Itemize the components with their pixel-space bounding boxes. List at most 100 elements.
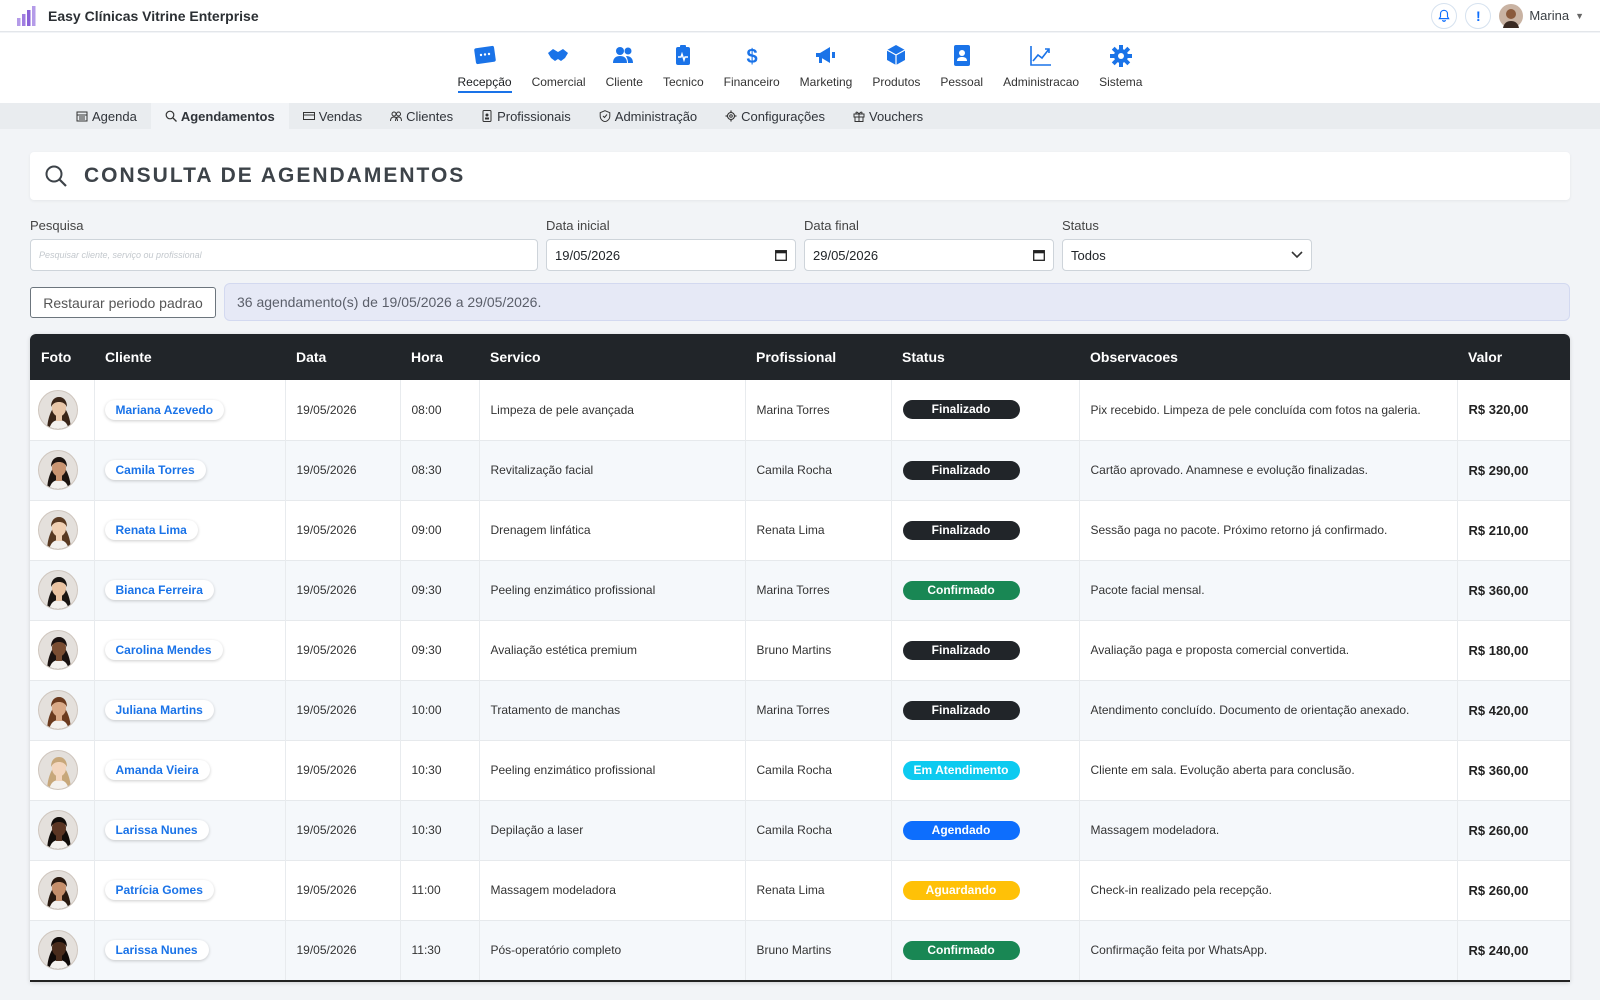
- client-link[interactable]: Larissa Nunes: [104, 820, 209, 840]
- hora-text: 08:00: [411, 402, 442, 417]
- obs-cell: Cartão aprovado. Anamnese e evolução fin…: [1079, 440, 1458, 500]
- data-cell: 19/05/2026: [285, 500, 401, 560]
- column-header-foto[interactable]: Foto: [30, 334, 94, 380]
- column-header-status[interactable]: Status: [891, 334, 1079, 380]
- data-cell: 19/05/2026: [285, 620, 401, 680]
- module-label: Tecnico: [662, 75, 704, 89]
- module-label: Marketing: [799, 75, 853, 89]
- column-header-cliente[interactable]: Cliente: [94, 334, 285, 380]
- tab-agendamentos[interactable]: Agendamentos: [150, 103, 289, 129]
- column-header-observacoes[interactable]: Observacoes: [1079, 334, 1457, 380]
- user-menu[interactable]: Marina ▼: [1499, 3, 1584, 28]
- module-comercial[interactable]: Comercial: [522, 33, 596, 103]
- table-row[interactable]: Larissa Nunes 19/05/2026 10:30 Depilação a …: [30, 800, 1570, 860]
- tab-configuracoes[interactable]: Configurações: [711, 103, 839, 129]
- gear-icon: [725, 110, 737, 122]
- results-summary: 36 agendamento(s) de 19/05/2026 a 29/05/…: [224, 283, 1570, 321]
- table-row[interactable]: Patrícia Gomes 19/05/2026 11:00 Massagem mo…: [30, 860, 1570, 920]
- search-input[interactable]: Pesquisar cliente, serviço ou profission…: [30, 239, 538, 271]
- client-link[interactable]: Juliana Martins: [104, 700, 214, 720]
- column-header-servico[interactable]: Servico: [479, 334, 745, 380]
- calendar-icon[interactable]: [1033, 249, 1045, 261]
- data-cell: 19/05/2026: [285, 740, 401, 800]
- notifications-button[interactable]: [1431, 2, 1458, 29]
- module-pessoal[interactable]: Pessoal: [930, 33, 993, 103]
- tab-vouchers[interactable]: Vouchers: [839, 103, 937, 129]
- valor-cell: R$ 180,00: [1457, 620, 1570, 680]
- client-link[interactable]: Mariana Azevedo: [104, 399, 225, 420]
- data-cell: 19/05/2026: [285, 380, 401, 440]
- hora-cell: 10:30: [400, 800, 480, 860]
- table-row[interactable]: Bianca Ferreira 19/05/2026 09:30 Peeling en…: [30, 560, 1570, 620]
- client-link[interactable]: Camila Torres: [104, 460, 206, 480]
- client-link[interactable]: Larissa Nunes: [104, 940, 209, 960]
- reset-period-button[interactable]: Restaurar periodo padrao: [30, 287, 216, 318]
- badge-icon: [948, 43, 976, 69]
- tab-label: Vendas: [318, 108, 363, 124]
- hora-cell: 10:00: [400, 680, 480, 740]
- module-recepcao[interactable]: Recepção: [448, 33, 522, 103]
- client-link[interactable]: Patrícia Gomes: [104, 880, 214, 900]
- table-row[interactable]: Mariana Azevedo 19/05/2026 08:00 Limpeza de…: [30, 380, 1570, 440]
- chart-line-icon: [1027, 43, 1055, 69]
- column-header-profissional[interactable]: Profissional: [745, 334, 891, 380]
- tab-clientes[interactable]: Clientes: [376, 103, 467, 129]
- profissional-text: Camila Rocha: [756, 823, 832, 837]
- users-icon: [610, 43, 638, 69]
- profissional-cell: Camila Rocha: [745, 800, 892, 860]
- module-sistema[interactable]: Sistema: [1089, 33, 1152, 103]
- status-select[interactable]: Todos: [1062, 239, 1312, 271]
- table-row[interactable]: Juliana Martins 19/05/2026 10:00 Tratamento…: [30, 680, 1570, 740]
- table-row[interactable]: Camila Torres 19/05/2026 08:30 Revitalizaçã…: [30, 440, 1570, 500]
- obs-text: Pacote facial mensal.: [1090, 583, 1205, 597]
- module-administracao[interactable]: Administracao: [993, 33, 1089, 103]
- column-header-valor[interactable]: Valor: [1457, 334, 1570, 380]
- client-link[interactable]: Renata Lima: [104, 520, 198, 540]
- search-placeholder: Pesquisar cliente, serviço ou profission…: [39, 250, 202, 260]
- table-row[interactable]: Carolina Mendes 19/05/2026 09:30 Avaliação …: [30, 620, 1570, 680]
- table-row[interactable]: Renata Lima 19/05/2026 09:00 Drenagem linfá…: [30, 500, 1570, 560]
- gear-icon: [1107, 43, 1135, 69]
- column-header-hora[interactable]: Hora: [400, 334, 479, 380]
- table-row[interactable]: Larissa Nunes 19/05/2026 11:30 Pós-operatór…: [30, 920, 1570, 980]
- search-icon: [45, 165, 67, 187]
- tab-administracao[interactable]: Administração: [585, 103, 711, 129]
- profissional-cell: Marina Torres: [745, 560, 892, 620]
- gift-icon: [853, 111, 865, 122]
- servico-text: Drenagem linfática: [490, 523, 591, 537]
- module-tecnico[interactable]: Tecnico: [653, 33, 714, 103]
- tab-label: Agenda: [92, 108, 137, 124]
- client-link[interactable]: Bianca Ferreira: [104, 580, 214, 600]
- module-cliente[interactable]: Cliente: [596, 33, 653, 103]
- avatar: [38, 870, 78, 910]
- module-financeiro[interactable]: $ Financeiro: [714, 33, 790, 103]
- clipboard-pulse-icon: [669, 43, 697, 69]
- data-cell: 19/05/2026: [285, 860, 401, 920]
- tab-profissionais[interactable]: Profissionais: [467, 103, 585, 129]
- column-header-data[interactable]: Data: [285, 334, 400, 380]
- search-label: Pesquisa: [30, 218, 84, 233]
- photo-cell: [30, 620, 95, 680]
- end-date-field[interactable]: 29/05/2026: [804, 239, 1054, 271]
- tab-label: Administração: [614, 108, 698, 124]
- start-date-field[interactable]: 19/05/2026: [546, 239, 796, 271]
- tab-agenda[interactable]: Agenda: [62, 103, 151, 129]
- info-button[interactable]: !: [1465, 2, 1492, 29]
- profissional-cell: Bruno Martins: [745, 920, 892, 980]
- valor-cell: R$ 420,00: [1457, 680, 1570, 740]
- value-text: R$ 290,00: [1468, 462, 1529, 478]
- module-marketing[interactable]: Marketing: [790, 33, 863, 103]
- value-text: R$ 180,00: [1468, 642, 1529, 658]
- hora-cell: 09:30: [400, 560, 480, 620]
- calendar-icon[interactable]: [775, 249, 787, 261]
- module-produtos[interactable]: Produtos: [862, 33, 930, 103]
- data-text: 19/05/2026: [296, 402, 357, 417]
- client-link[interactable]: Carolina Mendes: [104, 640, 223, 660]
- tab-label: Agendamentos: [180, 108, 275, 124]
- client-link[interactable]: Amanda Vieira: [104, 760, 210, 780]
- status-badge: Finalizado: [902, 520, 1020, 540]
- table-row[interactable]: Amanda Vieira 19/05/2026 10:30 Peeling enzi…: [30, 740, 1570, 800]
- dollar-icon: $: [738, 43, 766, 69]
- tab-vendas[interactable]: Vendas: [289, 103, 376, 129]
- brand[interactable]: Easy Clínicas Vitrine Enterprise: [16, 5, 259, 26]
